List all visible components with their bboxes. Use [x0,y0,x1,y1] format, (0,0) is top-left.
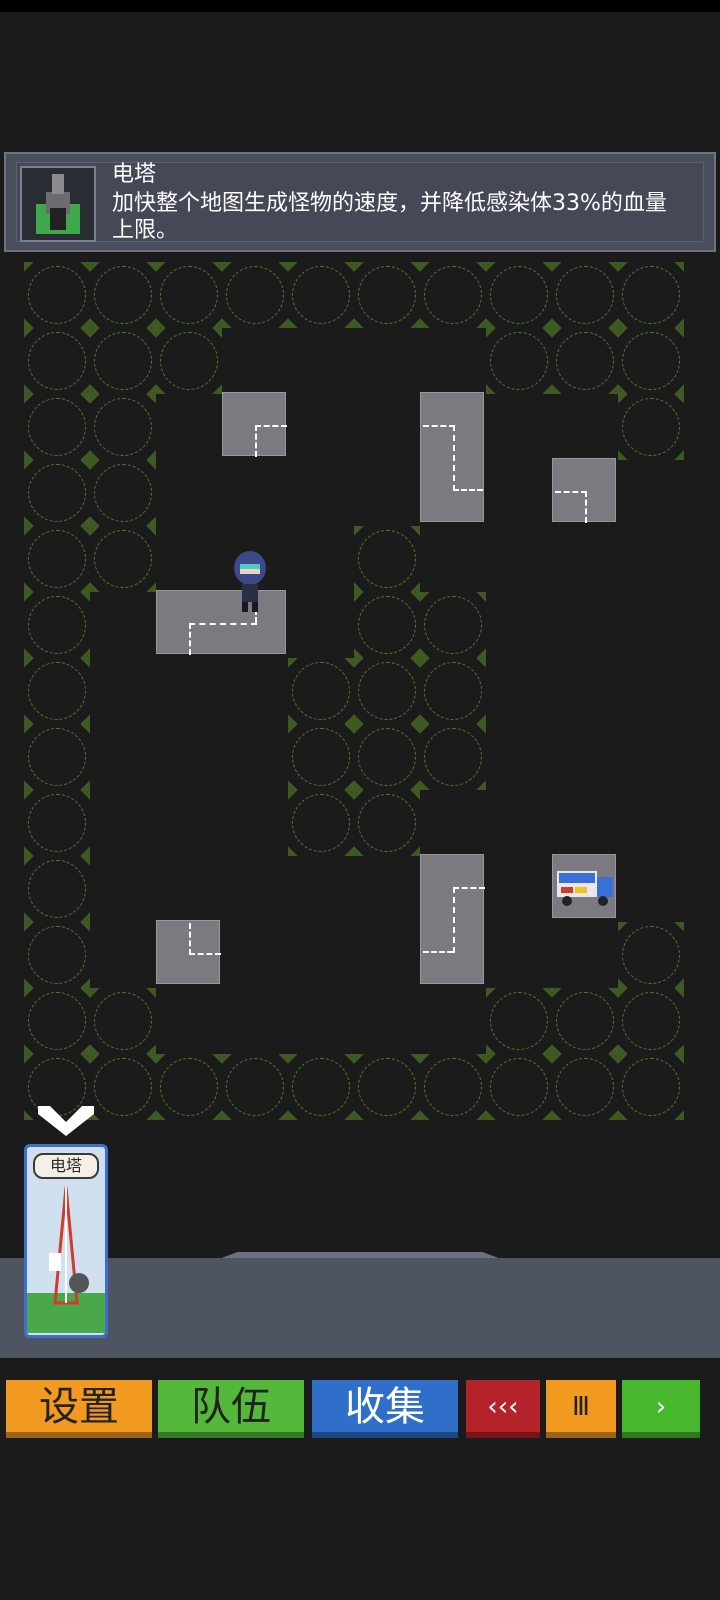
build-slot[interactable] [486,328,552,394]
build-slot[interactable] [288,790,354,856]
build-slot[interactable] [24,856,90,922]
build-slot[interactable] [420,262,486,328]
build-slot[interactable] [156,1054,222,1120]
build-slot[interactable] [288,1054,354,1120]
radio-tower-icon [20,166,96,242]
build-slot[interactable] [420,592,486,658]
building-card[interactable]: 电塔 [24,1144,108,1338]
pause-button[interactable]: Ⅲ [546,1380,616,1438]
build-slot[interactable] [24,922,90,988]
build-slot[interactable] [222,262,288,328]
build-slot[interactable] [24,658,90,724]
build-slot[interactable] [90,328,156,394]
build-slot[interactable] [24,460,90,526]
build-slot[interactable] [486,1054,552,1120]
road-tile [222,392,287,457]
build-slot[interactable] [288,262,354,328]
build-slot[interactable] [618,394,684,460]
build-slot[interactable] [24,790,90,856]
team-button[interactable]: 队伍 [158,1380,304,1438]
build-slot[interactable] [354,724,420,790]
build-slot[interactable] [24,262,90,328]
chevron-down-icon[interactable] [38,1102,94,1138]
build-slot[interactable] [420,1054,486,1120]
build-slot[interactable] [552,328,618,394]
player-character[interactable] [230,550,270,614]
map-grid[interactable] [24,262,696,1126]
build-slot[interactable] [90,526,156,592]
road-tile [420,392,484,522]
build-slot[interactable] [486,262,552,328]
build-slot[interactable] [618,1054,684,1120]
build-slot[interactable] [24,328,90,394]
build-slot[interactable] [486,988,552,1054]
road-tile [552,458,616,523]
build-slot[interactable] [24,526,90,592]
build-slot[interactable] [354,658,420,724]
build-slot[interactable] [90,460,156,526]
build-slot[interactable] [288,658,354,724]
road-tile [156,920,221,984]
build-slot[interactable] [552,1054,618,1120]
build-slot[interactable] [222,1054,288,1120]
build-slot[interactable] [24,394,90,460]
info-description: 加快整个地图生成怪物的速度，并降低感染体33%的血量上限。 [112,191,667,243]
build-slot[interactable] [420,658,486,724]
build-slot[interactable] [618,328,684,394]
collect-button[interactable]: 收集 [312,1380,458,1438]
status-bar [0,0,720,12]
road-tile [552,854,616,918]
info-title: 电塔 [112,162,157,187]
build-slot[interactable] [618,262,684,328]
settings-button[interactable]: 设置 [6,1380,152,1438]
build-slot[interactable] [24,724,90,790]
build-slot[interactable] [90,262,156,328]
build-slot[interactable] [156,262,222,328]
build-slot[interactable] [156,328,222,394]
build-slot[interactable] [354,592,420,658]
card-label: 电塔 [33,1153,99,1179]
build-slot[interactable] [354,262,420,328]
build-slot[interactable] [618,922,684,988]
build-slot[interactable] [552,988,618,1054]
build-slot[interactable] [90,394,156,460]
truck-icon [557,871,613,906]
build-slot[interactable] [90,1054,156,1120]
build-slot[interactable] [354,526,420,592]
build-slot[interactable] [354,1054,420,1120]
road-tile [420,854,485,984]
build-slot[interactable] [90,988,156,1054]
build-slot[interactable] [618,988,684,1054]
build-slot[interactable] [288,724,354,790]
rewind-button[interactable]: ‹‹‹ [466,1380,540,1438]
build-slot[interactable] [24,988,90,1054]
play-button[interactable]: › [622,1380,700,1438]
bottom-panel [0,1258,720,1358]
build-slot[interactable] [24,592,90,658]
build-slot[interactable] [354,790,420,856]
radio-tower-icon [27,1186,105,1333]
build-slot[interactable] [552,262,618,328]
build-slot[interactable] [420,724,486,790]
